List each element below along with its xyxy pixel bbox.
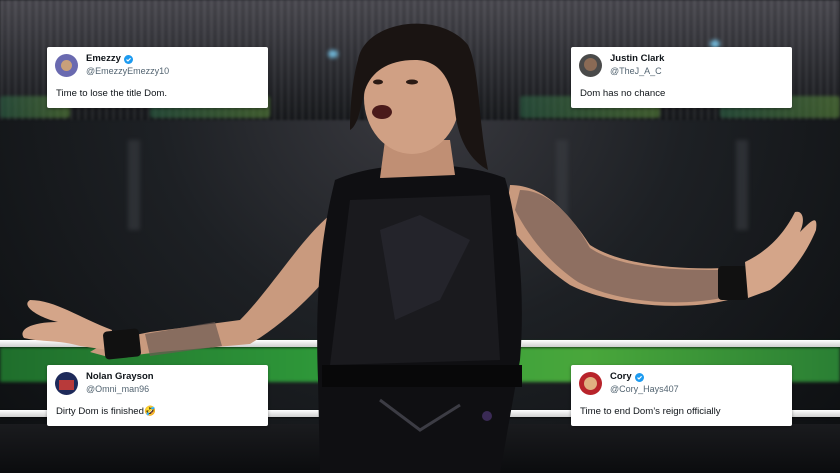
tweet-header: Justin Clark @TheJ_A_C	[579, 53, 664, 77]
avatar	[55, 371, 78, 395]
verified-badge-icon	[123, 54, 133, 64]
tweet-card: Cory @Cory_Hays407 Time to end Dom’s rei…	[571, 365, 792, 426]
tweet-handle: @Omni_man96	[86, 384, 150, 394]
tweet-handle: @EmezzyEmezzy10	[86, 66, 170, 76]
tweet-author-name: Justin Clark	[610, 53, 665, 64]
tweet-header: Cory @Cory_Hays407	[579, 371, 679, 395]
tweet-card: Nolan Grayson @Omni_man96 Dirty Dom is f…	[47, 365, 268, 426]
tweet-handle: @Cory_Hays407	[610, 384, 679, 394]
tweet-card: Justin Clark @TheJ_A_C Dom has no chance	[571, 47, 792, 108]
tweet-author-name: Cory	[610, 371, 632, 382]
tweet-text: Dirty Dom is finished🤣	[56, 406, 156, 417]
tweet-header: Nolan Grayson @Omni_man96	[55, 371, 154, 395]
tweet-text: Dom has no chance	[580, 88, 666, 99]
tweet-header: Emezzy @EmezzyEmezzy10	[55, 53, 169, 77]
tweet-author-name: Emezzy	[86, 53, 121, 64]
tweet-author-name: Nolan Grayson	[86, 371, 154, 382]
tweet-handle: @TheJ_A_C	[610, 66, 662, 76]
wrestling-photo: Emezzy @EmezzyEmezzy10 Time to lose the …	[0, 0, 840, 473]
avatar	[579, 371, 602, 395]
avatar	[579, 53, 602, 77]
tweet-card: Emezzy @EmezzyEmezzy10 Time to lose the …	[47, 47, 268, 108]
tweet-text: Time to lose the title Dom.	[56, 88, 168, 99]
verified-badge-icon	[634, 372, 644, 382]
avatar	[55, 53, 78, 77]
tweet-text: Time to end Dom’s reign officially	[580, 406, 721, 417]
